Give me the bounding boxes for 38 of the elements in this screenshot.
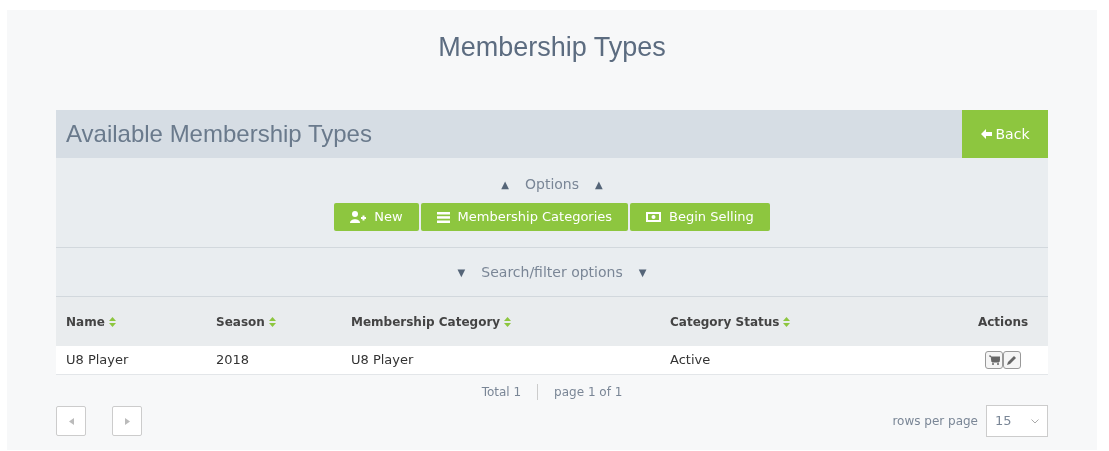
total-count: Total 1 <box>481 384 522 401</box>
table-cell: U8 Player <box>351 352 414 368</box>
sort-icon[interactable] <box>504 316 512 327</box>
caret-down-icon[interactable]: ▼ <box>457 264 466 280</box>
table-cell: 2018 <box>216 352 250 368</box>
page-title: Membership Types <box>437 31 667 64</box>
column-header: Actions <box>977 313 1029 331</box>
previous-page-button[interactable] <box>56 406 86 436</box>
arrow-left-icon <box>980 129 992 139</box>
column-header[interactable]: Membership Category <box>351 312 501 331</box>
edit-button[interactable] <box>1003 351 1021 369</box>
sort-icon[interactable] <box>783 316 791 327</box>
table-cell: U8 Player <box>66 352 129 368</box>
add-user-icon <box>350 211 367 223</box>
banknote-icon <box>646 212 662 222</box>
pencil-icon <box>1007 355 1017 365</box>
column-header[interactable]: Name <box>66 312 105 331</box>
rows-per-page-label: rows per page <box>892 413 978 430</box>
next-page-button[interactable] <box>112 406 142 436</box>
chevron-down-icon <box>1031 418 1039 424</box>
left-caret-icon <box>68 417 74 425</box>
sort-icon[interactable] <box>108 316 116 327</box>
list-icon <box>436 211 450 223</box>
right-caret-icon <box>124 417 130 425</box>
sort-icon[interactable] <box>268 316 276 327</box>
caret-up-icon[interactable]: ▲ <box>501 177 509 192</box>
options-toggle[interactable]: Options <box>525 174 579 195</box>
cart-button[interactable] <box>985 351 1003 369</box>
rows-per-page-select[interactable]: 15 <box>986 405 1048 437</box>
page-indicator: page 1 of 1 <box>554 384 623 401</box>
column-header[interactable]: Season <box>216 312 265 331</box>
search-filter-toggle[interactable]: Search/filter options <box>481 261 623 283</box>
table-cell: Active <box>670 352 711 368</box>
caret-up-icon[interactable]: ▲ <box>595 177 603 192</box>
cart-icon <box>988 355 1000 365</box>
caret-down-icon[interactable]: ▼ <box>638 264 647 280</box>
column-header[interactable]: Category Status <box>670 312 780 331</box>
panel-title: Available Membership Types <box>66 119 372 149</box>
